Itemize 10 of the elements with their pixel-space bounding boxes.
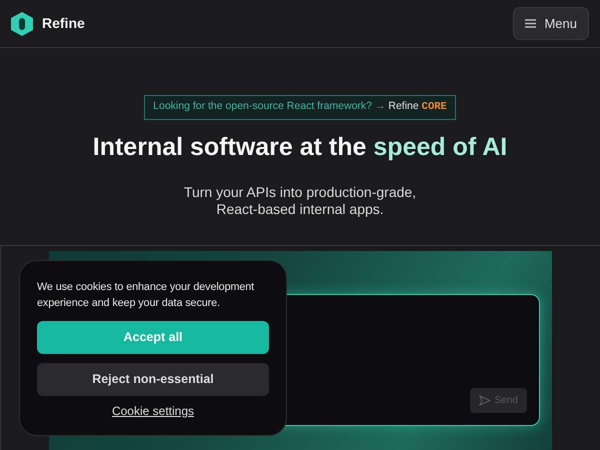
cookie-settings-link[interactable]: Cookie settings [112,402,194,420]
menu-icon [525,19,536,28]
brand-name[interactable]: Refine [42,13,85,34]
announcement-link[interactable]: Looking for the open-source React framework? → Refine CORE [144,95,456,120]
menu-button[interactable]: Menu [513,6,589,40]
hero-title: Internal software at the speed of AI [92,132,508,162]
logo-icon [10,10,34,36]
reject-button[interactable]: Reject non-essential [37,362,269,396]
send-icon [478,395,491,406]
hero-subtitle: Turn your APIs into production-grade, React-based internal apps. [182,184,418,218]
